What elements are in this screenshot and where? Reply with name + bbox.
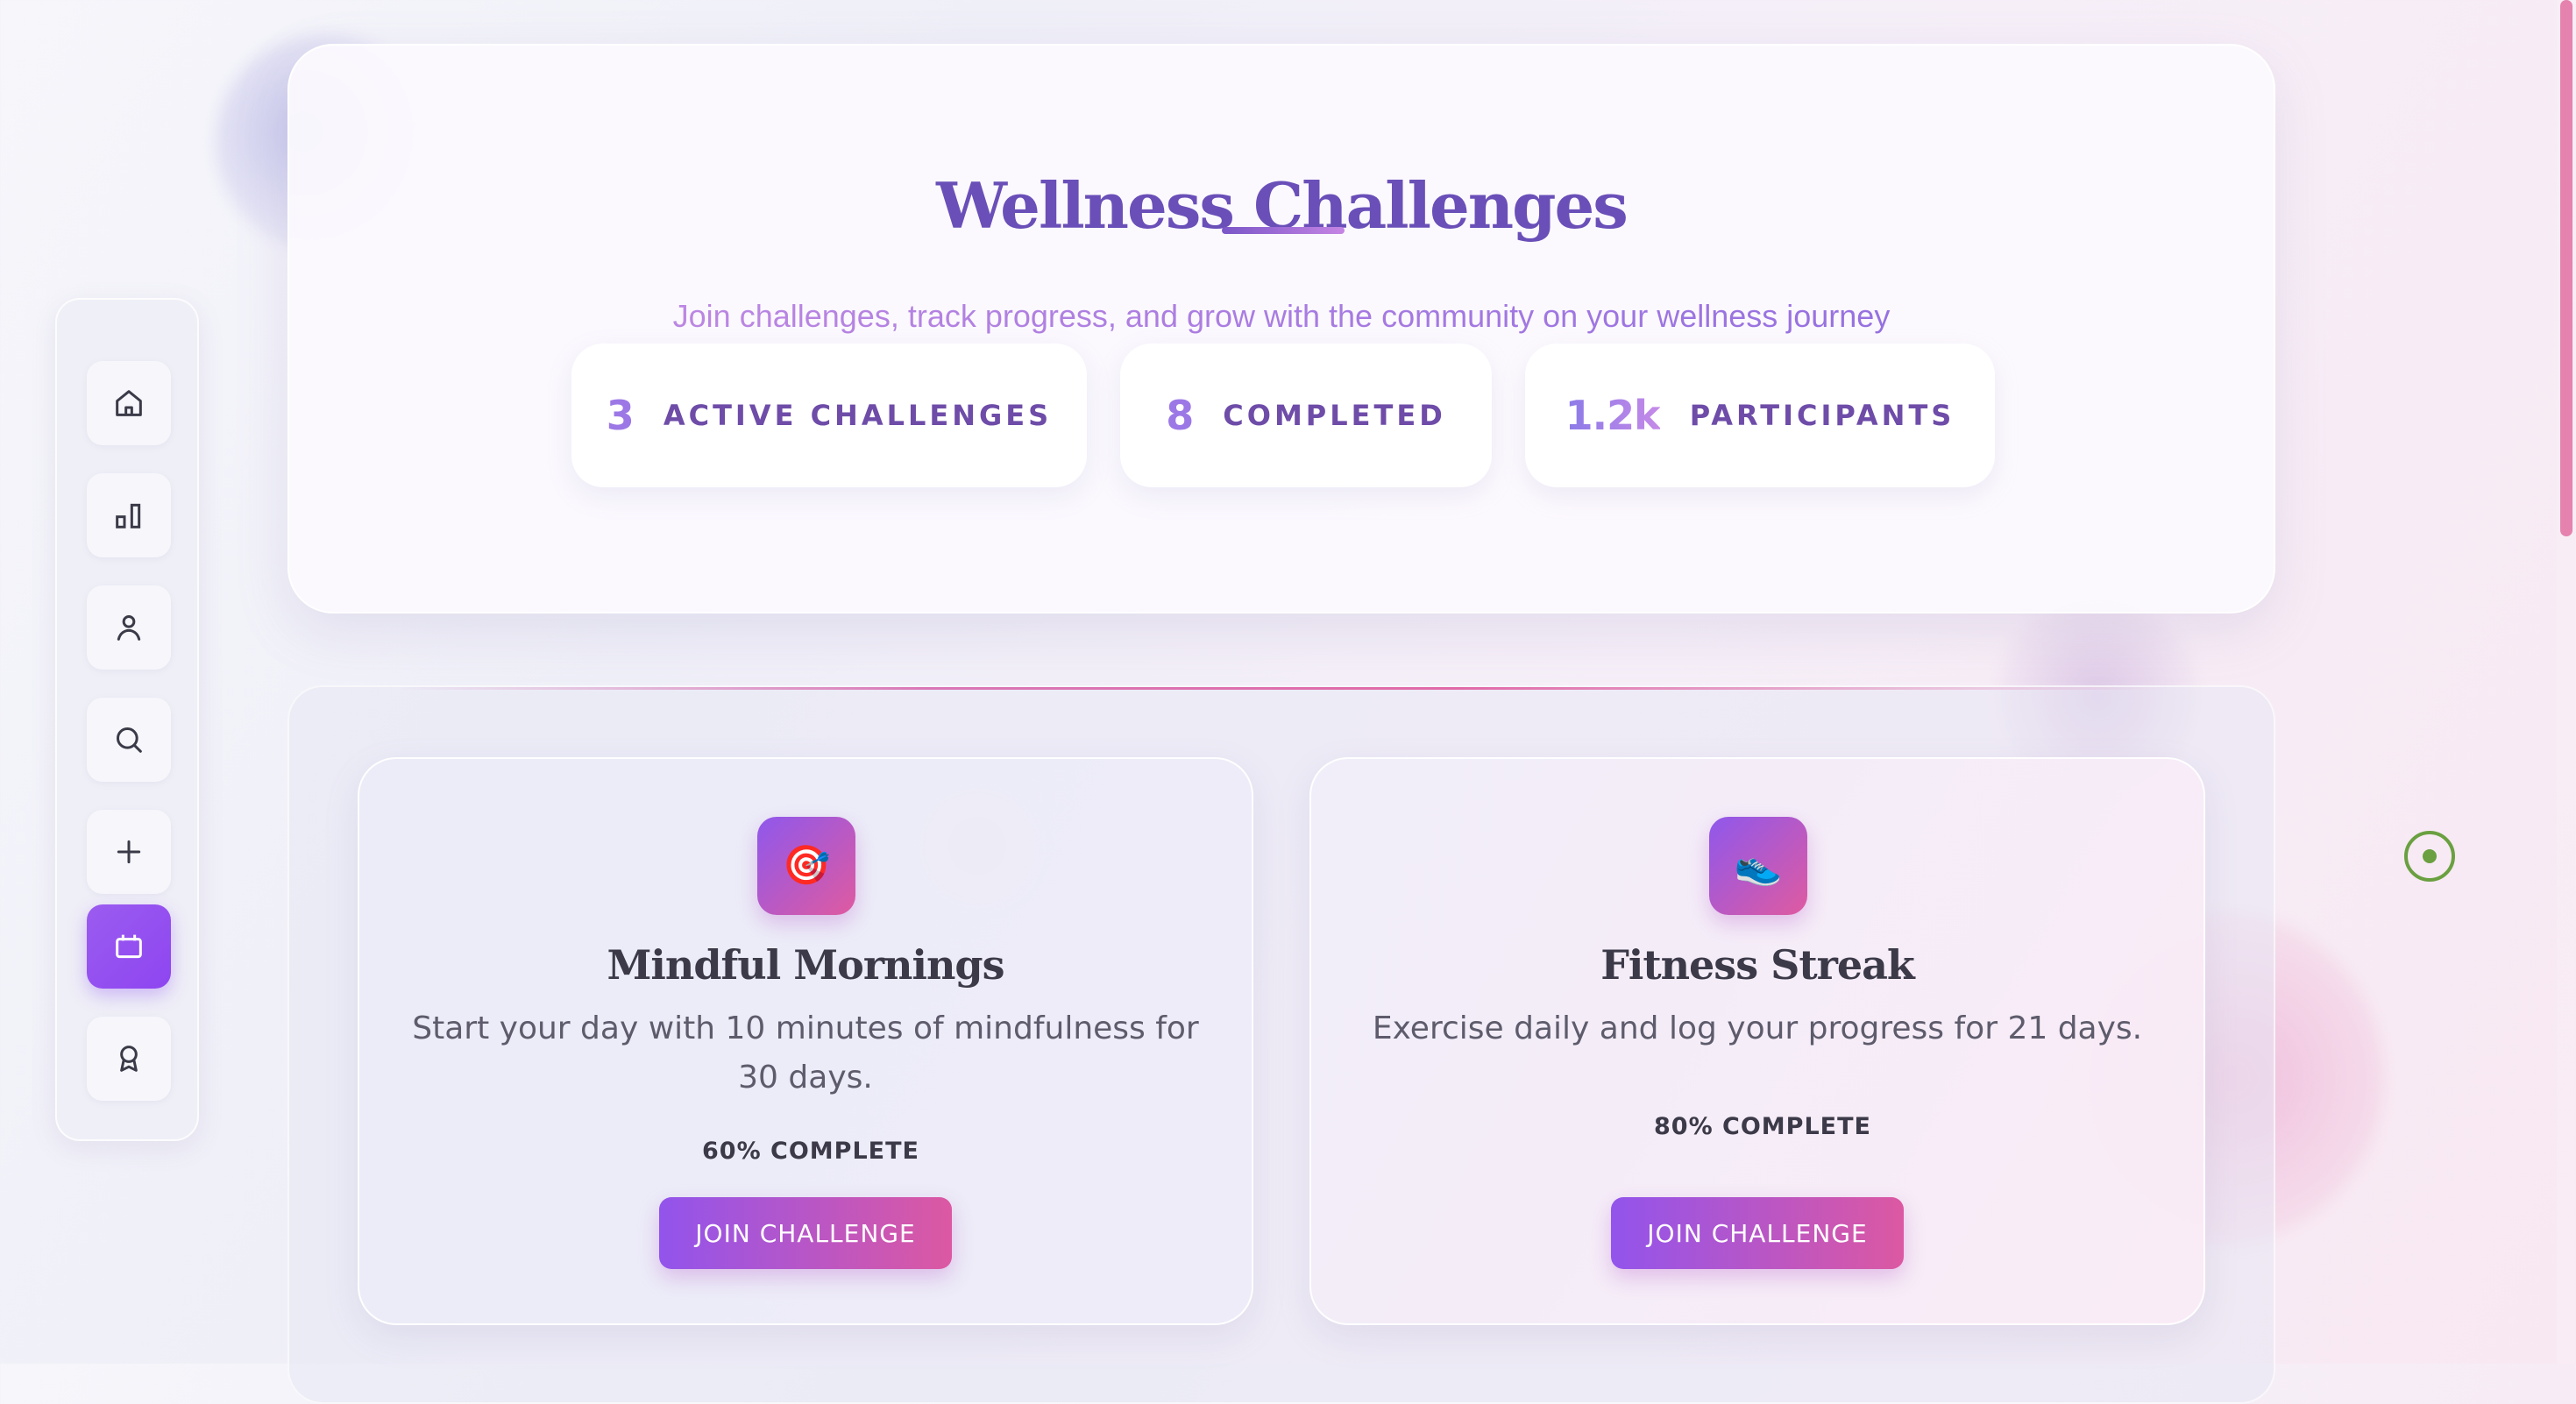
sneaker-icon: 👟 [1709, 817, 1807, 915]
section-divider [394, 687, 2168, 690]
join-challenge-button[interactable]: JOIN CHALLENGE [1611, 1197, 1904, 1269]
stat-label: PARTICIPANTS [1689, 399, 1955, 432]
sidebar-item-home[interactable] [87, 361, 171, 445]
search-icon [117, 727, 142, 753]
sidebar-nav [55, 298, 199, 1141]
page-subtitle: Join challenges, track progress, and gro… [289, 298, 2274, 335]
scrollbar[interactable] [2557, 0, 2576, 1364]
stat-completed: 8 COMPLETED [1120, 344, 1492, 487]
challenge-progress: 80% COMPLETE [1654, 1113, 1871, 1140]
plus-icon [117, 840, 141, 864]
challenge-card: 👟 Fitness Streak Exercise daily and log … [1309, 757, 2205, 1325]
challenge-title: Mindful Mornings [607, 941, 1005, 989]
stat-value: 8 [1166, 392, 1194, 439]
challenge-progress: 60% COMPLETE [702, 1138, 919, 1165]
calendar-icon [116, 934, 142, 959]
stat-label: COMPLETED [1223, 399, 1446, 432]
user-icon [117, 615, 141, 641]
home-icon [116, 390, 142, 416]
challenge-description: Start your day with 10 minutes of mindfu… [412, 1010, 1199, 1096]
stat-participants: 1.2k PARTICIPANTS [1525, 344, 1995, 487]
stat-value: 1.2k [1565, 392, 1661, 439]
sidebar-item-challenges[interactable] [87, 904, 171, 989]
status-indicator[interactable] [2404, 831, 2455, 882]
stat-label: ACTIVE CHALLENGES [663, 399, 1053, 432]
sidebar-item-add[interactable] [87, 810, 171, 894]
sidebar-item-search[interactable] [87, 698, 171, 782]
sidebar-item-achievements[interactable] [87, 1017, 171, 1101]
scrollbar-thumb[interactable] [2560, 0, 2572, 536]
stat-active-challenges: 3 ACTIVE CHALLENGES [571, 344, 1087, 487]
sidebar-item-profile[interactable] [87, 585, 171, 670]
award-icon [120, 1046, 138, 1072]
hero-panel: Wellness Challenges Join challenges, tra… [287, 44, 2275, 613]
join-challenge-button[interactable]: JOIN CHALLENGE [659, 1197, 952, 1269]
bar-chart-icon [116, 503, 141, 528]
indicator-dot [2423, 849, 2437, 863]
stat-value: 3 [606, 392, 635, 439]
title-underline [1222, 227, 1345, 234]
challenge-title: Fitness Streak [1600, 941, 1915, 989]
target-icon: 🎯 [757, 817, 855, 915]
challenge-description: Exercise daily and log your progress for… [1372, 1010, 2143, 1046]
challenge-card: 🎯 Mindful Mornings Start your day with 1… [358, 757, 1253, 1325]
sidebar-item-stats[interactable] [87, 473, 171, 557]
